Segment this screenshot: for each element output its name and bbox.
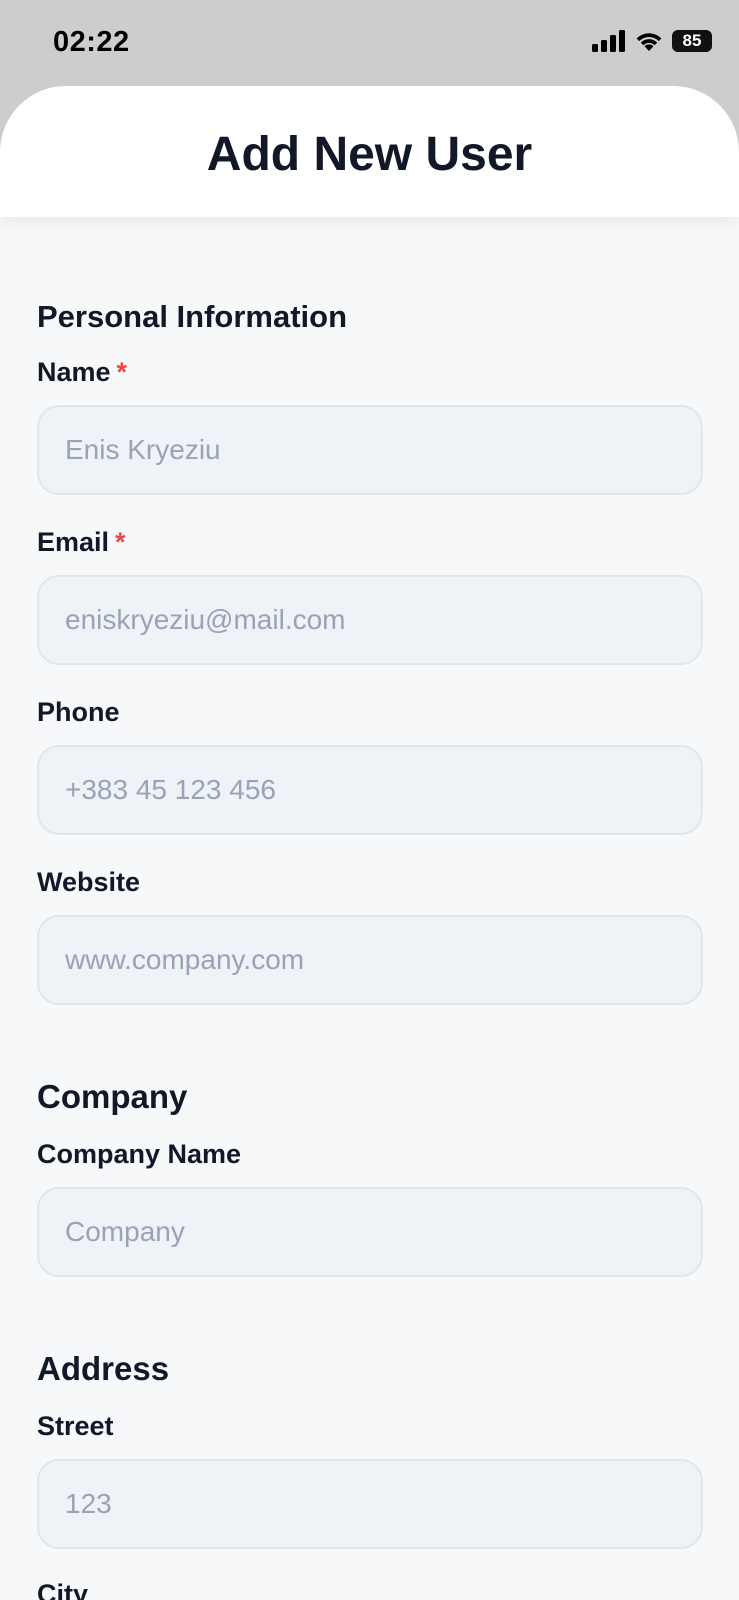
street-label: Street xyxy=(37,1411,114,1441)
required-marker: * xyxy=(116,357,128,387)
email-label-text: Email xyxy=(37,527,110,557)
status-bar: 02:22 85 xyxy=(0,0,739,86)
required-marker: * xyxy=(115,527,126,557)
company-name-label: Company Name xyxy=(37,1139,242,1169)
status-time: 02:22 xyxy=(53,26,130,58)
cellular-signal-icon xyxy=(592,30,625,52)
battery-icon: 85 xyxy=(672,30,712,52)
section-title-company: Company xyxy=(37,1078,188,1115)
sheet-header: Add New User xyxy=(0,86,739,217)
status-icons: 85 xyxy=(592,30,712,52)
website-label: Website xyxy=(37,867,141,897)
street-input[interactable] xyxy=(37,1459,703,1549)
phone-label: Phone xyxy=(37,697,120,727)
add-user-sheet: Add New User Personal Information Name * … xyxy=(0,86,739,1600)
city-label: City xyxy=(37,1579,89,1600)
website-input[interactable] xyxy=(37,915,703,1005)
section-title-address: Address xyxy=(37,1350,170,1387)
section-title-personal-information: Personal Information xyxy=(37,299,348,334)
name-label: Name * xyxy=(37,357,127,388)
phone-input[interactable] xyxy=(37,745,703,835)
company-name-input[interactable] xyxy=(37,1187,703,1277)
page-title: Add New User xyxy=(206,128,533,181)
name-label-text: Name xyxy=(37,357,111,387)
wifi-icon xyxy=(636,33,662,51)
email-input[interactable] xyxy=(37,575,703,665)
email-label: Email * xyxy=(37,527,126,558)
battery-level: 85 xyxy=(682,31,702,50)
name-input[interactable] xyxy=(37,405,703,495)
